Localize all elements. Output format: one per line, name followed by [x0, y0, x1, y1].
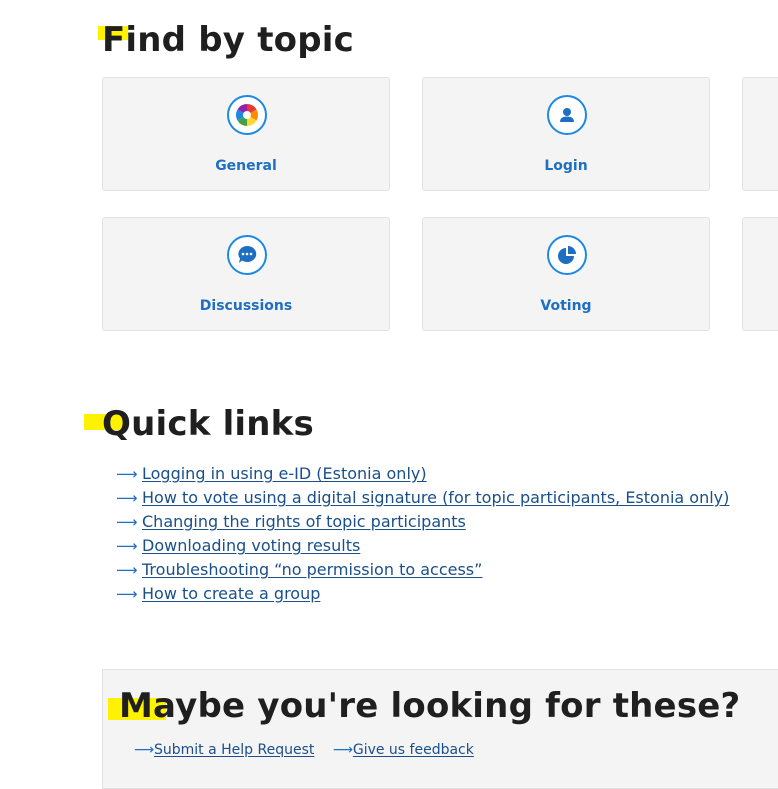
topic-card-discussions[interactable]: Discussions [102, 217, 390, 331]
quick-link[interactable]: Logging in using e-ID (Estonia only) [142, 464, 427, 483]
user-icon [547, 95, 587, 135]
arrow-right-icon: ⟶ [134, 742, 155, 758]
topic-label: Voting [540, 298, 592, 314]
topic-card-login[interactable]: Login [422, 77, 710, 191]
give-feedback-link[interactable]: Give us feedback [353, 742, 474, 758]
arrow-right-icon: ⟶ [116, 489, 138, 507]
topic-card-voting[interactable]: Voting [422, 217, 710, 331]
submit-help-request-link[interactable]: Submit a Help Request [154, 742, 314, 758]
quick-link[interactable]: Downloading voting results [142, 536, 360, 555]
general-icon [227, 95, 267, 135]
list-item: ⟶ Changing the rights of topic participan… [116, 510, 729, 534]
list-item: ⟶ Logging in using e-ID (Estonia only) [116, 462, 729, 486]
topic-label: Login [544, 158, 588, 174]
looking-for-title: Maybe you're looking for these? [119, 686, 741, 726]
topic-card-partial[interactable] [742, 217, 778, 331]
topic-card-general[interactable]: General [102, 77, 390, 191]
quick-link[interactable]: How to create a group [142, 584, 320, 603]
quick-link[interactable]: How to vote using a digital signature (f… [142, 488, 729, 507]
arrow-right-icon: ⟶ [116, 465, 138, 483]
quick-link[interactable]: Troubleshooting “no permission to access… [142, 560, 482, 579]
arrow-right-icon: ⟶ [116, 561, 138, 579]
topic-label: Discussions [199, 298, 293, 314]
quick-links-title: Quick links [102, 404, 314, 444]
arrow-right-icon: ⟶ [332, 742, 353, 758]
find-by-topic-title: Find by topic [102, 20, 354, 60]
topic-card-partial[interactable] [742, 77, 778, 191]
pie-chart-icon [547, 235, 587, 275]
list-item: ⟶ How to create a group [116, 582, 729, 606]
list-item: ⟶ Downloading voting results [116, 534, 729, 558]
arrow-right-icon: ⟶ [116, 537, 138, 555]
chat-bubble-icon [227, 235, 267, 275]
quick-link[interactable]: Changing the rights of topic participant… [142, 512, 466, 531]
quick-links-list: ⟶ Logging in using e-ID (Estonia only) ⟶ H… [116, 462, 729, 606]
arrow-right-icon: ⟶ [116, 513, 138, 531]
list-item: ⟶ How to vote using a digital signature (… [116, 486, 729, 510]
topic-label: General [215, 158, 277, 174]
looking-for-links: ⟶Submit a Help Request ⟶Give us feedback [134, 742, 488, 758]
list-item: ⟶ Troubleshooting “no permission to acces… [116, 558, 729, 582]
arrow-right-icon: ⟶ [116, 585, 138, 603]
